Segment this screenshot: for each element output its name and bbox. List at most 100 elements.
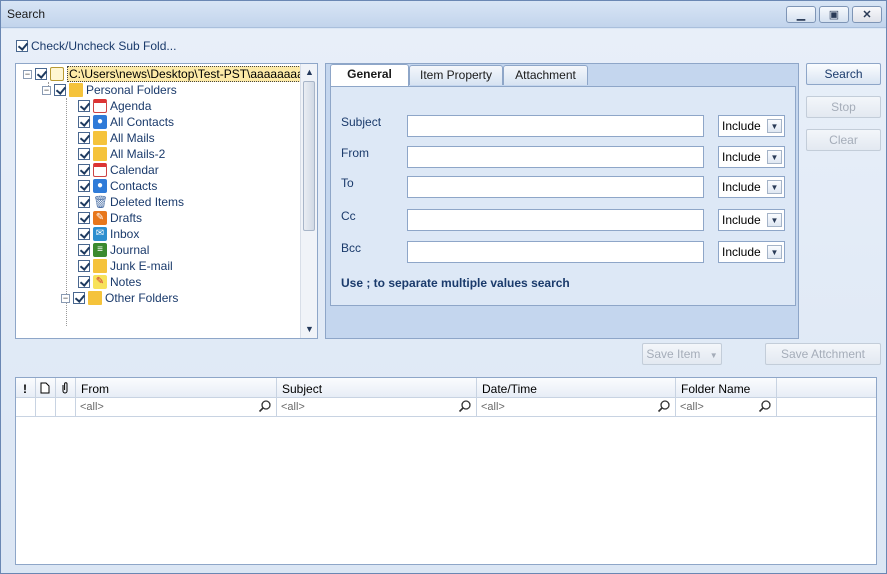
subject-input[interactable]	[407, 115, 704, 137]
filter-placeholder: <all>	[481, 401, 505, 413]
tab-general[interactable]: General	[330, 64, 409, 86]
maximize-icon: ▣	[828, 9, 840, 21]
collapse-icon[interactable]: −	[61, 293, 70, 303]
tree-checkbox[interactable]	[78, 116, 90, 128]
contacts-icon: ●	[93, 115, 107, 129]
bcc-include-select[interactable]: Include ▼	[718, 241, 785, 263]
results-grid[interactable]: ! From Subject Date/Time Folder Name <al…	[15, 377, 877, 565]
search-button[interactable]: Search	[806, 63, 881, 85]
cc-input[interactable]	[407, 209, 704, 231]
chevron-down-icon[interactable]: ▼	[767, 180, 782, 194]
scroll-up-icon[interactable]: ▲	[305, 67, 314, 77]
item-type-column-icon[interactable]	[36, 378, 56, 398]
tree-node-contacts[interactable]: ● Contacts	[78, 178, 157, 194]
tree-checkbox[interactable]	[35, 68, 47, 80]
to-include-select[interactable]: Include ▼	[718, 176, 785, 198]
tab-item-property[interactable]: Item Property	[409, 65, 503, 85]
from-filter-input[interactable]: <all>	[76, 398, 277, 417]
tree-checkbox[interactable]	[78, 164, 90, 176]
tree-checkbox[interactable]	[78, 132, 90, 144]
window-title: Search	[7, 7, 46, 21]
tree-node-notes[interactable]: ✎ Notes	[78, 274, 141, 290]
magnifier-icon[interactable]	[458, 399, 472, 413]
tree-node-deleted-items[interactable]: 🗑 Deleted Items	[78, 194, 184, 210]
collapse-icon[interactable]: −	[23, 69, 32, 79]
tree-checkbox[interactable]	[78, 196, 90, 208]
cc-include-select[interactable]: Include ▼	[718, 209, 785, 231]
folder-icon	[93, 147, 107, 161]
title-bar: Search ▁ ▣ ✕	[1, 1, 886, 28]
datetime-filter-input[interactable]: <all>	[477, 398, 676, 417]
tree-checkbox[interactable]	[78, 180, 90, 192]
tree-node-all-mails-2[interactable]: All Mails-2	[78, 146, 165, 162]
tree-checkbox[interactable]	[54, 84, 66, 96]
check-subfolders-label: Check/Uncheck Sub Fold...	[31, 39, 177, 53]
folder-icon	[93, 259, 107, 273]
tree-checkbox[interactable]	[73, 292, 85, 304]
folder-tree[interactable]: − C:\Users\news\Desktop\Test-PST\aaaaaaa…	[15, 63, 318, 339]
column-header-folder-name[interactable]: Folder Name	[676, 378, 777, 398]
tree-checkbox[interactable]	[78, 276, 90, 288]
from-input[interactable]	[407, 146, 704, 168]
to-input[interactable]	[407, 176, 704, 198]
filter-placeholder: <all>	[680, 401, 704, 413]
tree-checkbox[interactable]	[78, 260, 90, 272]
tree-checkbox[interactable]	[78, 228, 90, 240]
tree-node-label: Inbox	[110, 227, 140, 241]
tree-node-junk-email[interactable]: Junk E-mail	[78, 258, 173, 274]
magnifier-icon[interactable]	[258, 399, 272, 413]
tree-node-other-folders[interactable]: − Other Folders	[61, 290, 178, 306]
tree-node-all-contacts[interactable]: ● All Contacts	[78, 114, 174, 130]
inbox-icon: ✉	[93, 227, 107, 241]
column-header-datetime[interactable]: Date/Time	[477, 378, 676, 398]
attachment-column-icon[interactable]	[56, 378, 76, 398]
filter-placeholder: <all>	[281, 401, 305, 413]
chevron-down-icon[interactable]: ▼	[767, 119, 782, 133]
folder-name-filter-input[interactable]: <all>	[676, 398, 777, 417]
tree-node-calendar[interactable]: Calendar	[78, 162, 159, 178]
chevron-down-icon[interactable]: ▼	[767, 245, 782, 259]
select-value: Include	[722, 119, 761, 133]
column-header-from[interactable]: From	[76, 378, 277, 398]
filter-cell	[16, 398, 36, 417]
subject-include-select[interactable]: Include ▼	[718, 115, 785, 137]
magnifier-icon[interactable]	[657, 399, 671, 413]
magnifier-icon[interactable]	[758, 399, 772, 413]
tree-checkbox[interactable]	[78, 148, 90, 160]
collapse-icon[interactable]: −	[42, 85, 51, 95]
tree-scrollbar[interactable]: ▲ ▼	[300, 64, 317, 338]
tree-node-root[interactable]: − C:\Users\news\Desktop\Test-PST\aaaaaaa…	[23, 66, 317, 82]
maximize-button[interactable]: ▣	[819, 6, 849, 23]
tree-node-label: All Mails	[110, 131, 155, 145]
tree-node-personal-folders[interactable]: − Personal Folders	[42, 82, 177, 98]
importance-column-icon[interactable]: !	[16, 378, 36, 398]
tree-node-journal[interactable]: ≡ Journal	[78, 242, 149, 258]
save-item-button[interactable]: Save Item ▼	[642, 343, 722, 365]
check-subfolders-checkbox[interactable]	[16, 40, 28, 52]
bcc-input[interactable]	[407, 241, 704, 263]
tab-attachment[interactable]: Attachment	[503, 65, 588, 85]
subject-filter-input[interactable]: <all>	[277, 398, 477, 417]
chevron-down-icon[interactable]: ▼	[767, 213, 782, 227]
minimize-button[interactable]: ▁	[786, 6, 816, 23]
scroll-thumb[interactable]	[303, 81, 315, 231]
tree-node-all-mails[interactable]: All Mails	[78, 130, 155, 146]
tree-checkbox[interactable]	[78, 244, 90, 256]
tree-node-drafts[interactable]: ✎ Drafts	[78, 210, 142, 226]
clear-button[interactable]: Clear	[806, 129, 881, 151]
save-attachment-button[interactable]: Save Attchment	[765, 343, 881, 365]
chevron-down-icon[interactable]: ▼	[767, 150, 782, 164]
tree-node-inbox[interactable]: ✉ Inbox	[78, 226, 139, 242]
from-include-select[interactable]: Include ▼	[718, 146, 785, 168]
close-button[interactable]: ✕	[852, 6, 882, 23]
tree-node-agenda[interactable]: Agenda	[78, 98, 151, 114]
tree-checkbox[interactable]	[78, 212, 90, 224]
trash-icon: 🗑	[93, 195, 109, 209]
tree-checkbox[interactable]	[78, 100, 90, 112]
column-header-subject[interactable]: Subject	[277, 378, 477, 398]
check-subfolders-toggle[interactable]: Check/Uncheck Sub Fold...	[16, 39, 176, 53]
scroll-down-icon[interactable]: ▼	[305, 324, 314, 334]
save-item-label: Save Item	[646, 347, 701, 361]
stop-button[interactable]: Stop	[806, 96, 881, 118]
grid-filter-row: <all> <all> <all> <all>	[16, 398, 876, 417]
